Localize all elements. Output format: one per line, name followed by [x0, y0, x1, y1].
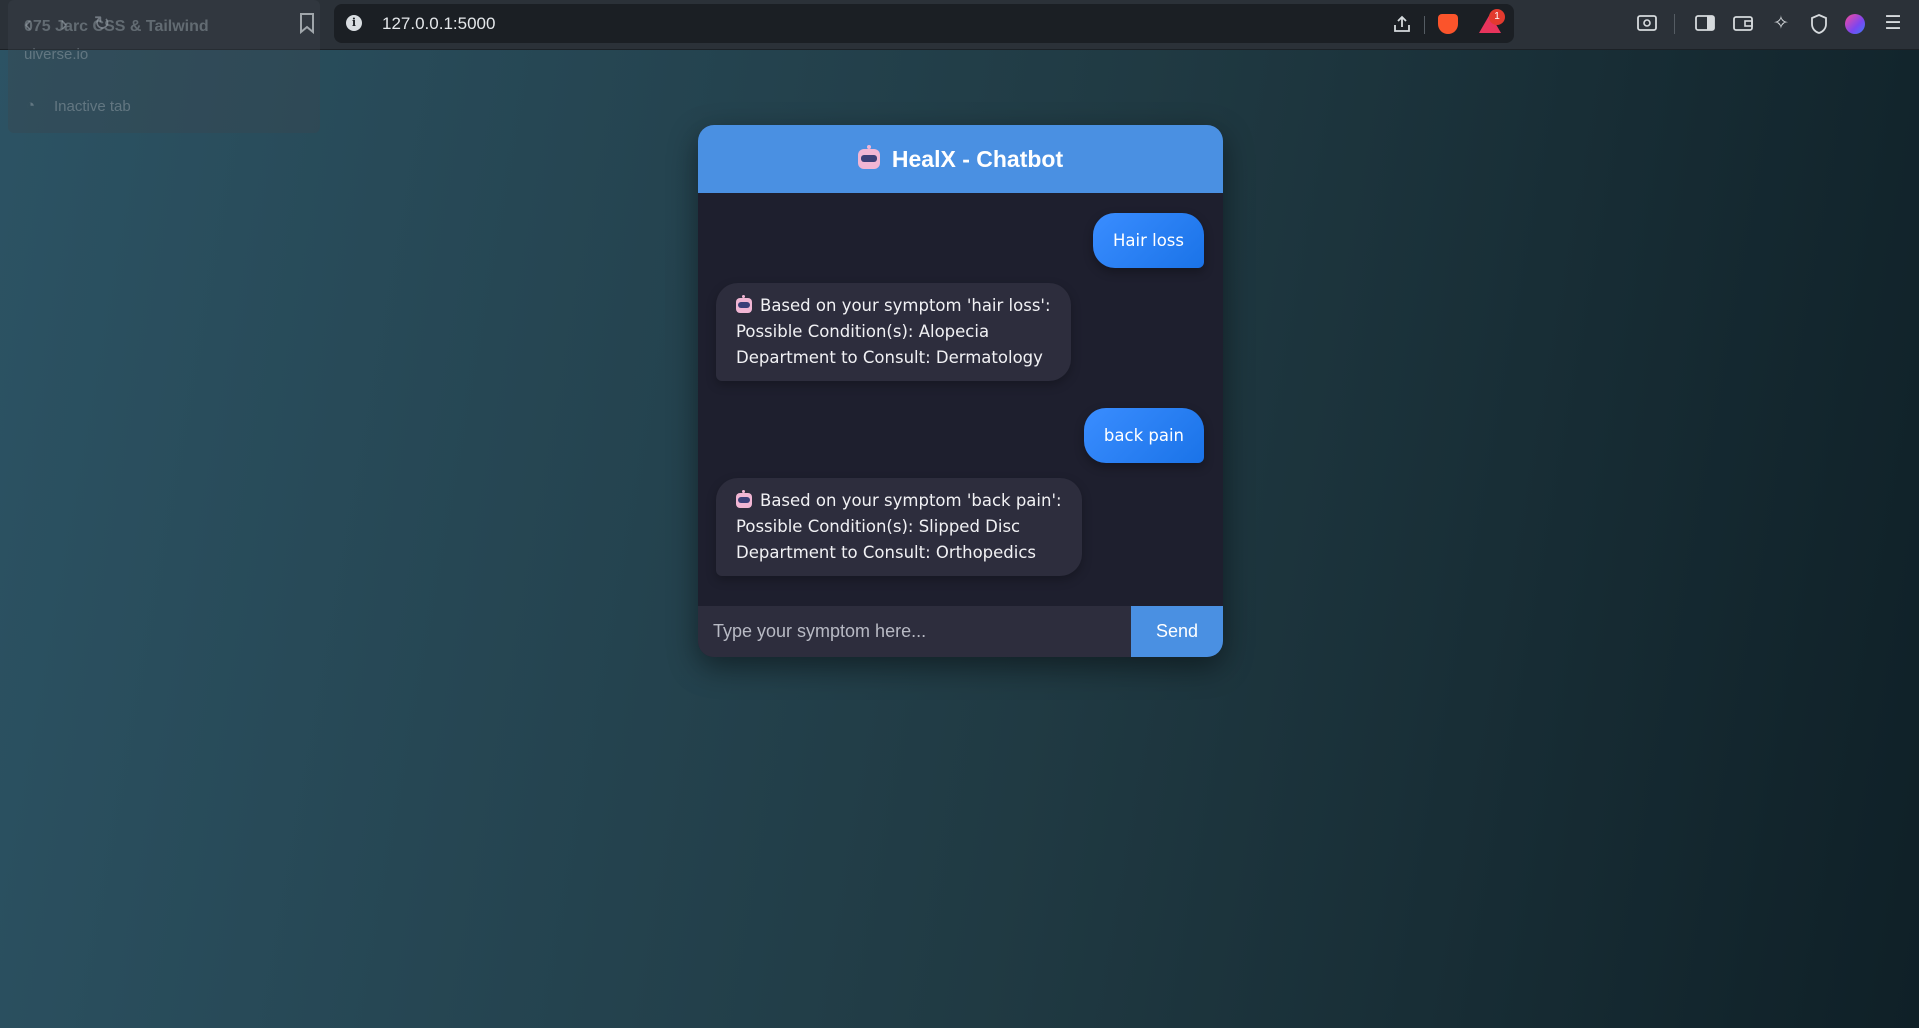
bot-message-line: Department to Consult: Dermatology — [736, 348, 1043, 367]
toolbar-separator — [1674, 14, 1675, 34]
tab-hover-host: uiverse.io — [24, 46, 89, 63]
user-message-text: back pain — [1103, 425, 1184, 445]
tab-hover-card: 075 Jarc CSS & Tailwind uiverse.io ◔ Ina… — [8, 0, 320, 133]
inactive-tab-icon: ◔ — [26, 97, 36, 114]
vpn-icon[interactable] — [1808, 13, 1830, 35]
url-separator — [1424, 16, 1425, 34]
bot-message-line: Based on your symptom 'back pain': — [760, 491, 1062, 510]
chat-input-row: Send — [698, 606, 1223, 657]
address-bar[interactable]: i 127.0.0.1:5000 — [334, 4, 1514, 43]
rewards-badge: 1 — [1489, 9, 1505, 25]
profile-icon[interactable] — [1845, 14, 1865, 34]
symptom-input[interactable] — [698, 606, 1131, 657]
robot-icon — [736, 490, 752, 508]
tab-hover-title: 075 Jarc CSS & Tailwind — [24, 18, 209, 35]
sidebar-icon[interactable] — [1694, 13, 1716, 35]
site-info-icon[interactable]: i — [346, 15, 362, 31]
menu-icon[interactable]: ☰ — [1882, 13, 1904, 35]
user-message-text: Hair loss — [1112, 230, 1184, 250]
robot-icon — [736, 295, 752, 313]
url-text[interactable]: 127.0.0.1:5000 — [382, 14, 495, 34]
leo-ai-icon[interactable]: ✧ — [1770, 13, 1792, 35]
send-button[interactable]: Send — [1131, 606, 1223, 657]
robot-icon — [857, 145, 880, 169]
bot-message-line: Possible Condition(s): Alopecia — [736, 322, 990, 341]
chat-messages[interactable]: Hair loss Based on your symptom 'hair lo… — [698, 193, 1223, 606]
bot-message-line: Department to Consult: Orthopedics — [736, 543, 1037, 562]
screenshot-icon[interactable] — [1636, 13, 1658, 35]
brave-shields-icon[interactable] — [1438, 14, 1458, 34]
user-message: Hair loss — [1092, 213, 1204, 268]
tab-hover-status: Inactive tab — [54, 98, 131, 115]
bot-message-line: Possible Condition(s): Slipped Disc — [736, 517, 1021, 536]
chatbot-card: HealX - Chatbot Hair loss Based on your … — [698, 125, 1223, 657]
user-message: back pain — [1083, 408, 1204, 463]
share-icon[interactable] — [1392, 14, 1412, 34]
chat-header: HealX - Chatbot — [698, 125, 1223, 193]
bot-message: Based on your symptom 'hair loss': Possi… — [716, 283, 1071, 381]
wallet-icon[interactable] — [1732, 13, 1754, 35]
bot-message-line: Based on your symptom 'hair loss': — [760, 296, 1051, 315]
bot-message: Based on your symptom 'back pain': Possi… — [716, 478, 1082, 576]
chat-title: HealX - Chatbot — [891, 145, 1064, 172]
